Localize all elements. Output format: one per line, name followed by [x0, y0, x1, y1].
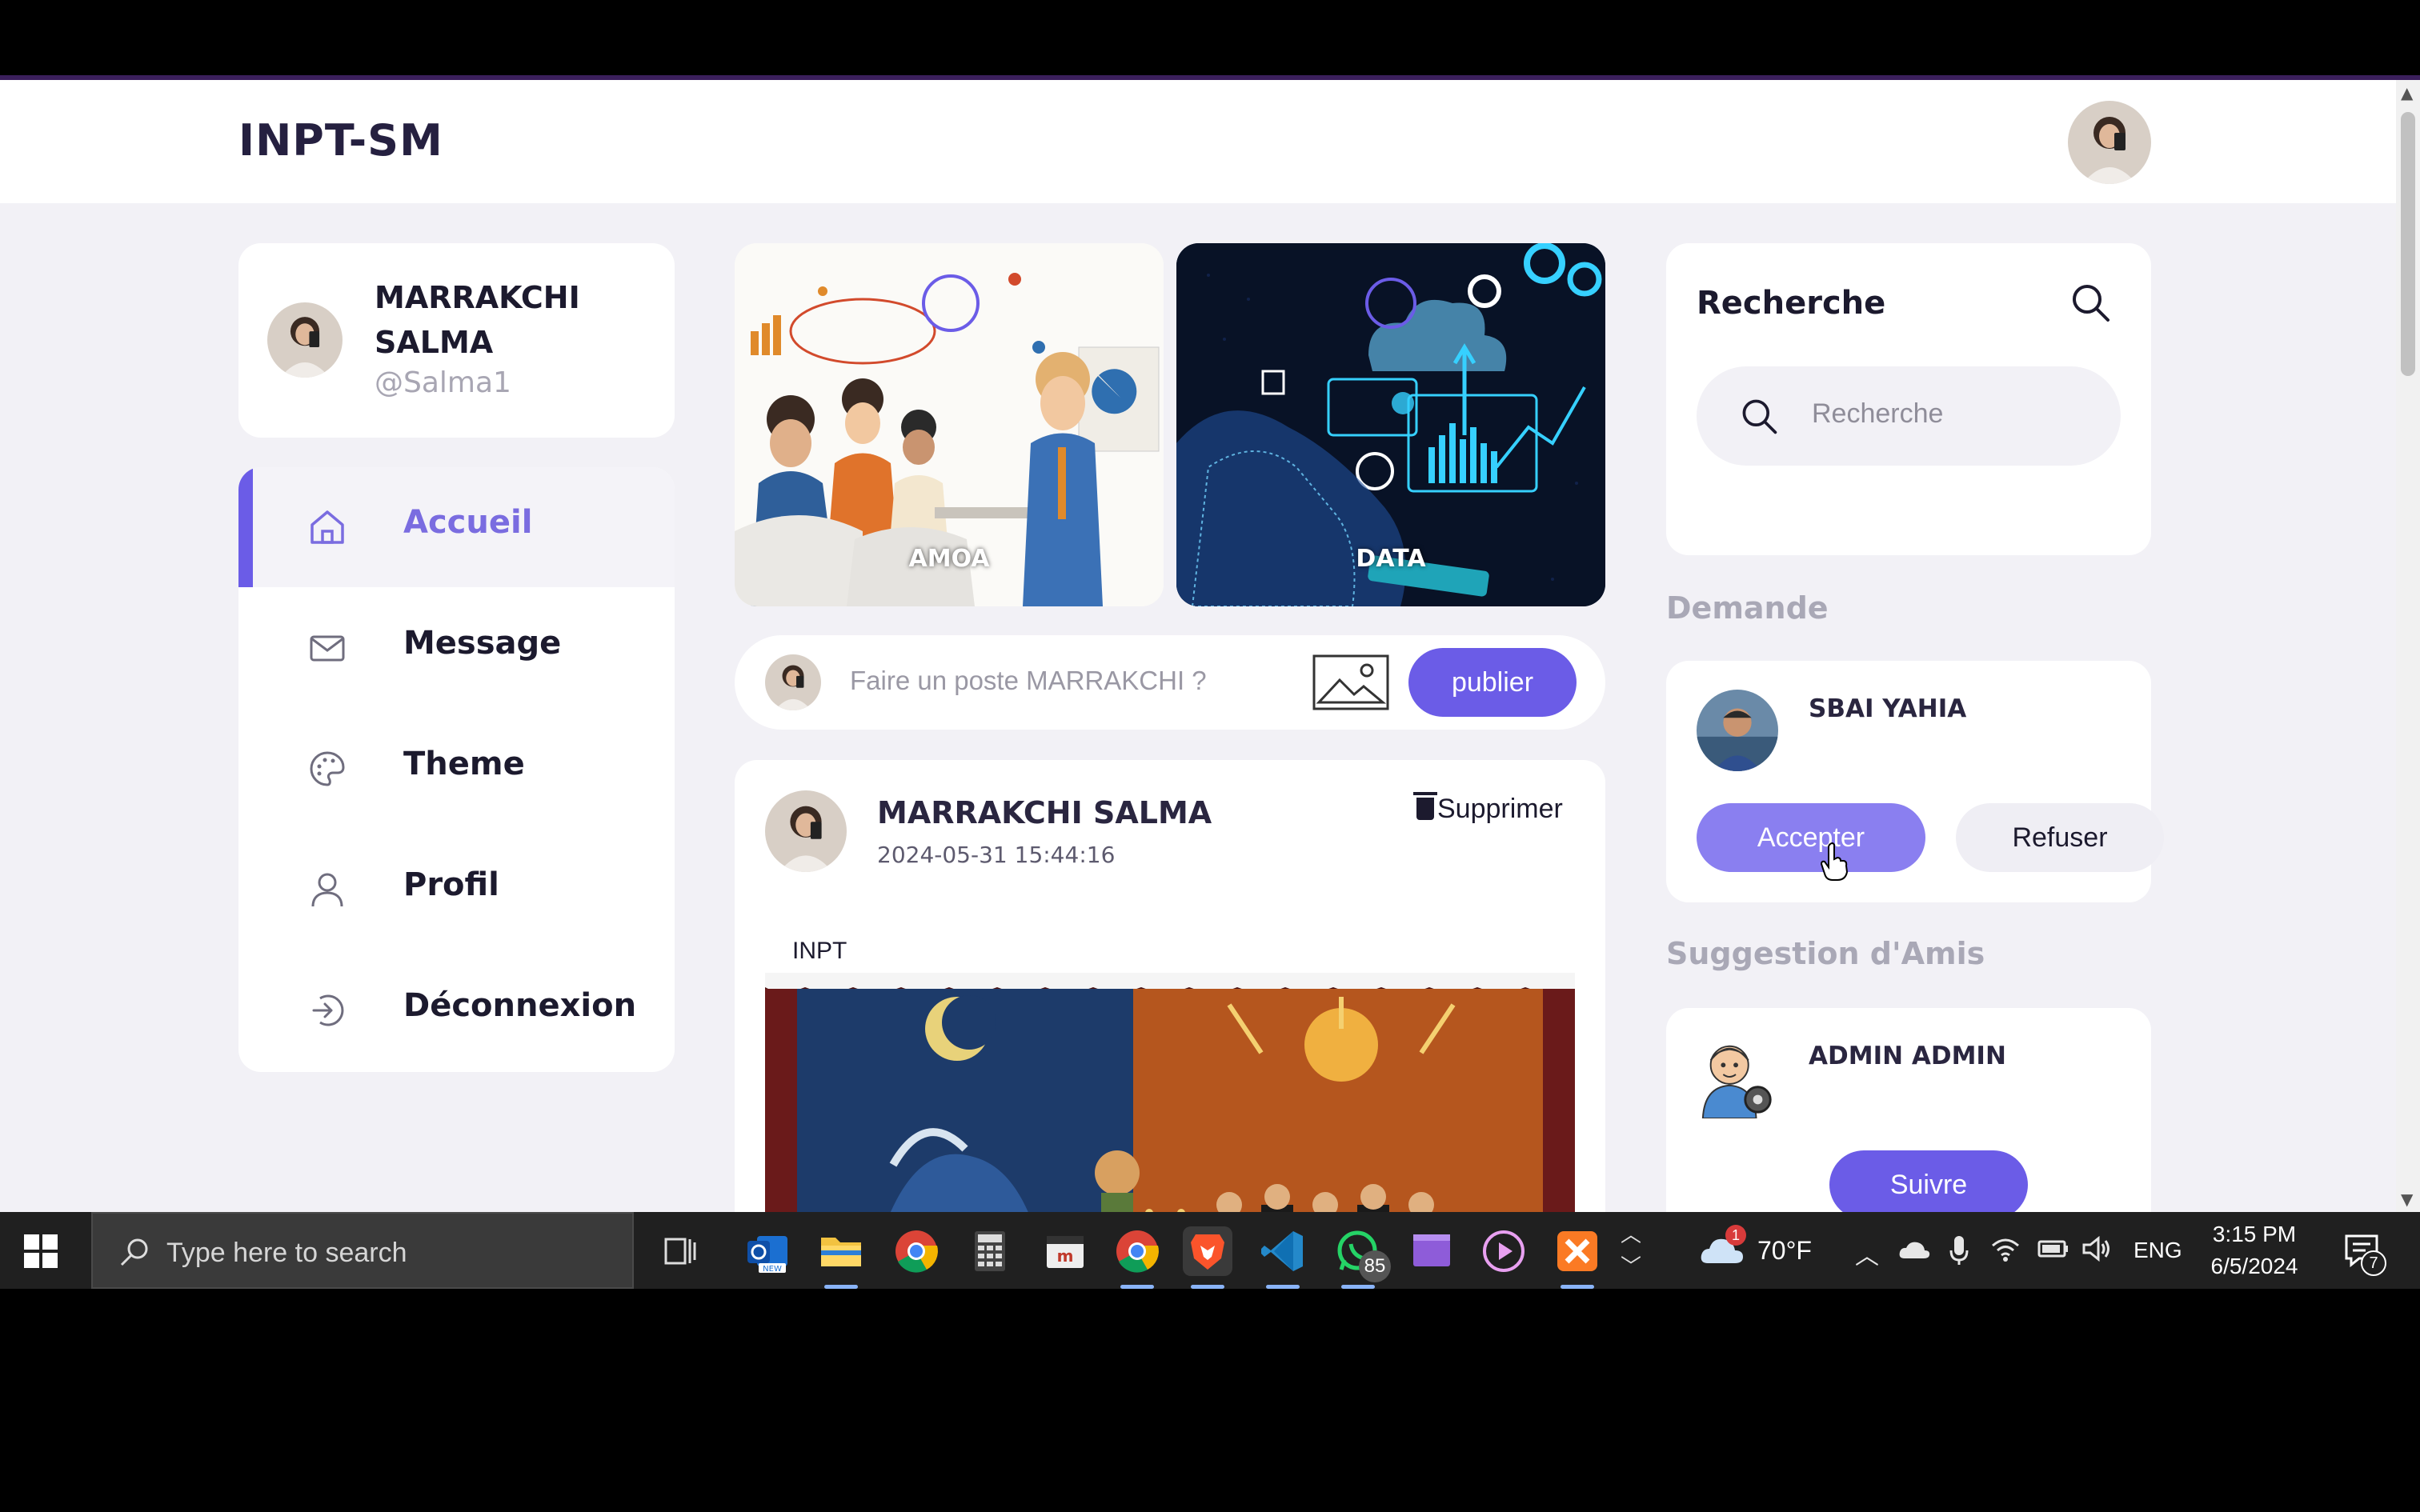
- trash-icon: [1413, 792, 1437, 820]
- banner-data[interactable]: DATA: [1176, 243, 1605, 606]
- delete-post-button[interactable]: Supprimer: [1413, 792, 1563, 825]
- search-icon[interactable]: [2068, 280, 2113, 325]
- request-avatar[interactable]: [1697, 690, 1778, 771]
- task-view-icon[interactable]: [655, 1226, 704, 1276]
- whatsapp-icon[interactable]: 85: [1333, 1226, 1391, 1289]
- create-post-bar: Faire un poste MARRAKCHI ? publier: [735, 635, 1605, 730]
- post-text: INPT: [792, 938, 847, 964]
- weather-badge: 1: [1725, 1225, 1746, 1246]
- page-scrollbar[interactable]: ▲ ▼: [2396, 80, 2420, 1212]
- accept-request-button[interactable]: Accepter: [1697, 803, 1925, 872]
- clock-time[interactable]: 3:15 PM: [2210, 1222, 2298, 1247]
- show-hidden-icons-icon[interactable]: ︿: [1855, 1236, 1879, 1271]
- sidebar-item-accueil[interactable]: Accueil: [238, 467, 675, 587]
- follow-button[interactable]: Suivre: [1829, 1150, 2028, 1212]
- sidebar-item-label: Message: [403, 625, 562, 662]
- requests-section-title: Demande: [1666, 590, 1829, 626]
- app-store-icon[interactable]: m: [1040, 1226, 1090, 1276]
- video-editor-icon[interactable]: [1407, 1226, 1456, 1276]
- suggestion-name[interactable]: ADMIN ADMIN: [1809, 1042, 2006, 1070]
- svg-text:m: m: [1057, 1246, 1074, 1266]
- nav-user-avatar[interactable]: [2068, 101, 2151, 184]
- chrome-icon[interactable]: [1112, 1226, 1162, 1289]
- composer-avatar: [765, 654, 821, 710]
- friend-request-card: SBAI YAHIA Accepter Refuser: [1666, 661, 2164, 902]
- app-logo[interactable]: INPT-SM: [238, 115, 443, 166]
- post-timestamp: 2024-05-31 15:44:16: [877, 842, 1116, 868]
- file-explorer-icon[interactable]: [816, 1226, 866, 1289]
- profile-name: MARRAKCHI SALMA: [375, 280, 580, 360]
- brave-icon[interactable]: [1183, 1226, 1232, 1289]
- search-icon: [1742, 399, 1777, 434]
- onedrive-cloud-icon[interactable]: [1898, 1239, 1930, 1260]
- search-icon: [120, 1238, 148, 1266]
- sidebar-menu: Accueil Message Theme Profil Déconnexion: [238, 467, 675, 1072]
- screen: INPT-SM MARRAKCHI SALMA @Salma1 Accueil …: [0, 0, 2420, 1512]
- vscode-icon[interactable]: [1258, 1226, 1308, 1289]
- publish-button[interactable]: publier: [1408, 648, 1577, 717]
- sidebar-item-label: Accueil: [403, 504, 533, 541]
- delete-label: Supprimer: [1437, 794, 1563, 824]
- hand-cursor-icon: [1820, 842, 1849, 881]
- post-author-avatar[interactable]: [765, 790, 847, 872]
- scrollbar-thumb[interactable]: [2401, 112, 2415, 376]
- battery-icon[interactable]: [2037, 1239, 2069, 1258]
- banner-label: DATA: [1356, 545, 1426, 573]
- scroll-down-arrow-icon[interactable]: ▼: [2401, 1190, 2413, 1209]
- post-author-name[interactable]: MARRAKCHI SALMA: [877, 795, 1212, 830]
- volume-icon[interactable]: [2081, 1236, 2113, 1262]
- clock-date[interactable]: 6/5/2024: [2202, 1254, 2306, 1279]
- whatsapp-badge: 85: [1359, 1250, 1391, 1282]
- xampp-icon[interactable]: [1553, 1226, 1602, 1289]
- taskbar-scroll-chevrons-icon[interactable]: ︿ ﹀: [1615, 1218, 1647, 1282]
- image-upload-icon[interactable]: [1312, 654, 1389, 710]
- navbar: INPT-SM: [0, 80, 2396, 203]
- post-input[interactable]: Faire un poste MARRAKCHI ?: [850, 666, 1207, 696]
- sidebar-item-label: Theme: [403, 746, 525, 782]
- banner-amoa[interactable]: AMOA: [735, 243, 1164, 606]
- user-icon: [311, 873, 343, 907]
- sidebar-item-label: Déconnexion: [403, 987, 637, 1024]
- taskbar-search-placeholder: Type here to search: [166, 1238, 407, 1268]
- sidebar-item-label: Profil: [403, 866, 499, 903]
- wifi-icon[interactable]: [1991, 1238, 2020, 1262]
- friend-suggestion-card: ADMIN ADMIN Suivre: [1666, 1008, 2151, 1212]
- windows-start-icon[interactable]: [24, 1234, 58, 1268]
- search-title: Recherche: [1697, 285, 1886, 322]
- profile-avatar[interactable]: [267, 302, 343, 378]
- profile-card[interactable]: MARRAKCHI SALMA @Salma1: [238, 243, 675, 438]
- sidebar-item-profil[interactable]: Profil: [238, 830, 675, 950]
- profile-handle: @Salma1: [375, 366, 511, 399]
- refuse-request-button[interactable]: Refuser: [1956, 803, 2164, 872]
- search-input[interactable]: [1812, 387, 2100, 440]
- media-player-icon[interactable]: [1479, 1226, 1529, 1276]
- microphone-icon[interactable]: [1949, 1234, 1969, 1266]
- request-name[interactable]: SBAI YAHIA: [1809, 694, 1966, 723]
- suggestions-section-title: Suggestion d'Amis: [1666, 936, 1985, 971]
- post-card: MARRAKCHI SALMA 2024-05-31 15:44:16 Supp…: [735, 760, 1605, 1212]
- taskbar-search-box[interactable]: Type here to search: [91, 1212, 634, 1289]
- svg-text:NEW: NEW: [763, 1265, 782, 1274]
- post-image[interactable]: [765, 973, 1575, 1212]
- input-language[interactable]: ENG: [2134, 1238, 2182, 1263]
- calculator-icon[interactable]: [965, 1226, 1015, 1276]
- mail-icon: [310, 635, 345, 662]
- notification-count-badge: 7: [2361, 1250, 2386, 1276]
- web-page: INPT-SM MARRAKCHI SALMA @Salma1 Accueil …: [0, 80, 2396, 1212]
- logout-icon: [312, 994, 344, 1026]
- scroll-up-arrow-icon[interactable]: ▲: [2401, 83, 2413, 102]
- chrome-icon[interactable]: [891, 1226, 941, 1276]
- palette-icon: [310, 751, 345, 786]
- sidebar-item-theme[interactable]: Theme: [238, 709, 675, 829]
- admin-avatar-icon[interactable]: [1697, 1037, 1778, 1118]
- banner-label: AMOA: [908, 545, 990, 573]
- outlook-icon[interactable]: NEW: [743, 1226, 792, 1276]
- home-icon: [311, 510, 344, 544]
- search-box[interactable]: [1697, 366, 2121, 466]
- sidebar-item-deconnexion[interactable]: Déconnexion: [238, 950, 675, 1070]
- weather-temperature[interactable]: 70°F: [1757, 1236, 1812, 1266]
- windows-taskbar: Type here to search NEW m 85 ︿ ﹀ 1 70°F ︿…: [0, 1212, 2420, 1289]
- search-card: Recherche: [1666, 243, 2151, 555]
- sidebar-item-message[interactable]: Message: [238, 588, 675, 708]
